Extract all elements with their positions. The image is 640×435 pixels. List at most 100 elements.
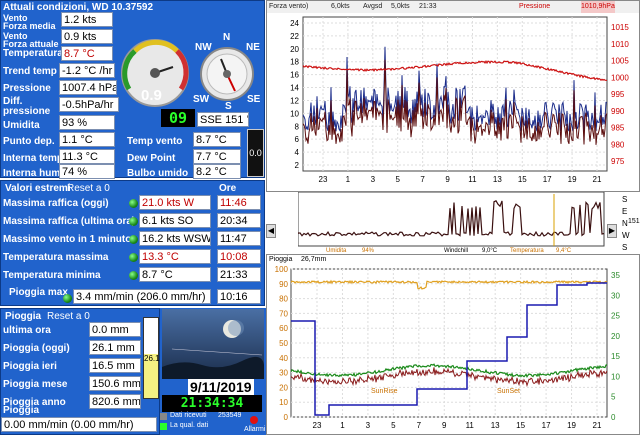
moon-date: 9/11/2019 xyxy=(188,379,254,395)
x-tick-label: 19 xyxy=(568,175,577,184)
graph1-wind-value: 6,0kts xyxy=(331,3,350,10)
direction-graph-panel: ◀ ▶ S E N W S 151 Umidita 94% Windchill … xyxy=(266,192,640,254)
left-tick-label: 100 xyxy=(275,265,289,274)
left-tick-label: 60 xyxy=(279,324,288,333)
extreme-value: 6.1 kts SO xyxy=(139,213,211,228)
left-tick-label: 2 xyxy=(295,161,300,170)
plot-area xyxy=(302,16,608,172)
extreme-label: Temperatura minima xyxy=(3,270,101,281)
wind-now-value: 0.9 kts xyxy=(61,29,113,44)
left-tick-label: 22 xyxy=(290,32,299,41)
right-tick-label: 15 xyxy=(611,352,620,361)
dir-axis-w: W xyxy=(622,231,630,240)
scroll-left-button[interactable]: ◀ xyxy=(266,224,276,238)
graph3-rain-value: 26,7mm xyxy=(301,256,327,263)
sunset-label: SunSet xyxy=(497,388,520,395)
left-tick-label: 18 xyxy=(290,58,299,67)
temperature-value: 8.7 °C xyxy=(61,46,113,61)
direction-number: 151 xyxy=(628,218,640,225)
rain-label: Pioggia mese xyxy=(3,379,68,390)
status-dot xyxy=(129,199,138,208)
left-tick-label: 30 xyxy=(279,369,288,378)
temperature-label: Temperatura xyxy=(3,48,63,59)
dewpoint-value: 7.7 °C xyxy=(193,149,241,164)
right-tick-label: 1000 xyxy=(611,73,629,82)
extreme-time: 20:34 xyxy=(217,213,261,228)
dir-axis-s2: S xyxy=(622,243,628,252)
wetbulb-value: 8.2 °C xyxy=(193,164,241,179)
graph1-time: 21:33 xyxy=(419,3,437,10)
packet-count: 253549 xyxy=(218,412,242,419)
x-tick-label: 9 xyxy=(445,175,450,184)
extremes-ore-label: Ore xyxy=(219,183,237,194)
left-tick-label: 16 xyxy=(290,71,299,80)
x-tick-label: 19 xyxy=(567,421,576,430)
graph3-header: Pioggia 26,7mm xyxy=(267,255,639,265)
left-tick-label: 80 xyxy=(279,295,288,304)
right-tick-label: 5 xyxy=(611,393,616,402)
wind-pressure-graph-panel: Forza vento) 6,0kts Avgsd 5,0kts 21:33 P… xyxy=(266,0,640,192)
extreme-value: 8.7 °C xyxy=(139,267,211,282)
wind-avg-value: 1.2 kts xyxy=(61,12,113,27)
moon-image xyxy=(162,309,264,379)
left-tick-label: 40 xyxy=(279,354,288,363)
rain-value: 16.5 mm xyxy=(89,358,141,373)
extremes-reset[interactable]: Reset a 0 xyxy=(67,183,110,194)
left-tick-label: 14 xyxy=(290,84,299,93)
right-tick-label: 35 xyxy=(611,271,620,280)
extreme-value: 16.2 kts WSW xyxy=(139,231,211,246)
diff-value: -0.5hPa/hr xyxy=(59,97,119,112)
right-tick-label: 995 xyxy=(611,90,625,99)
side-meter-value: 0.0 xyxy=(249,148,262,158)
graph1-header: Forza vento) 6,0kts Avgsd 5,0kts 21:33 P… xyxy=(267,1,639,13)
alarm-label[interactable]: Allarmi xyxy=(244,426,265,433)
x-tick-label: 23 xyxy=(319,175,328,184)
right-tick-label: 975 xyxy=(611,157,625,166)
x-tick-label: 9 xyxy=(442,421,447,430)
left-tick-label: 20 xyxy=(290,45,299,54)
graph1-pressure-value: 1010,9hPa xyxy=(581,1,615,13)
rain-value: 820.6 mm xyxy=(89,394,141,409)
windchill-label: Temp vento xyxy=(127,136,183,147)
right-tick-label: 1005 xyxy=(611,57,629,66)
gauge-value: 0.9 xyxy=(141,87,162,104)
rain-label: ultima ora xyxy=(3,325,51,336)
wetbulb-label: Bulbo umido xyxy=(127,168,189,179)
rain-max-value: 3.4 mm/min (206.0 mm/hr) xyxy=(73,289,211,304)
int-hum-label: Interna hum xyxy=(3,168,61,179)
data-quality-indicator xyxy=(160,423,167,430)
x-tick-label: 17 xyxy=(542,421,551,430)
scroll-right-button[interactable]: ▶ xyxy=(607,224,617,238)
x-tick-label: 11 xyxy=(466,421,475,430)
x-tick-label: 3 xyxy=(371,175,376,184)
left-tick-label: 24 xyxy=(290,19,299,28)
rain-reset[interactable]: Reset a 0 xyxy=(47,311,90,322)
x-tick-label: 5 xyxy=(391,421,396,430)
rain-bar-label: 26.1 xyxy=(144,354,160,363)
left-tick-label: 20 xyxy=(279,383,288,392)
right-tick-label: 1010 xyxy=(611,40,629,49)
int-hum-value: 74 % xyxy=(59,164,115,179)
graph1-wind-label: Forza vento) xyxy=(269,3,309,10)
x-tick-label: 15 xyxy=(518,175,527,184)
rain-rate-value: 0.00 mm/min (0.00 mm/hr) xyxy=(1,417,157,432)
x-tick-label: 7 xyxy=(420,175,425,184)
right-tick-label: 30 xyxy=(611,291,620,300)
dir-axis-e: E xyxy=(622,207,628,216)
extreme-value: 21.0 kts W xyxy=(139,195,211,210)
extremes-title: Valori estremi xyxy=(5,183,71,194)
windchill-value: 8.7 °C xyxy=(193,132,241,147)
x-tick-label: 17 xyxy=(543,175,552,184)
extreme-time: 11:46 xyxy=(217,195,261,210)
rain-rate-label: Pioggia xyxy=(3,405,40,416)
rain-label: Pioggia ieri xyxy=(3,361,57,372)
status-dot xyxy=(129,271,138,280)
x-tick-label: 21 xyxy=(593,421,602,430)
left-tick-label: 4 xyxy=(295,148,300,157)
x-tick-label: 23 xyxy=(313,421,322,430)
extremes-panel: Valori estremi Reset a 0 Ore Massima raf… xyxy=(0,180,265,306)
wind-pressure-chart: 24 22 20 18 16 14 12 10 8 6 4 2 1015 1010 1005 1000 995 9… xyxy=(290,16,629,184)
alarm-indicator[interactable] xyxy=(250,416,258,424)
left-tick-label: 6 xyxy=(295,135,300,144)
rain-value: 26.1 mm xyxy=(89,340,141,355)
